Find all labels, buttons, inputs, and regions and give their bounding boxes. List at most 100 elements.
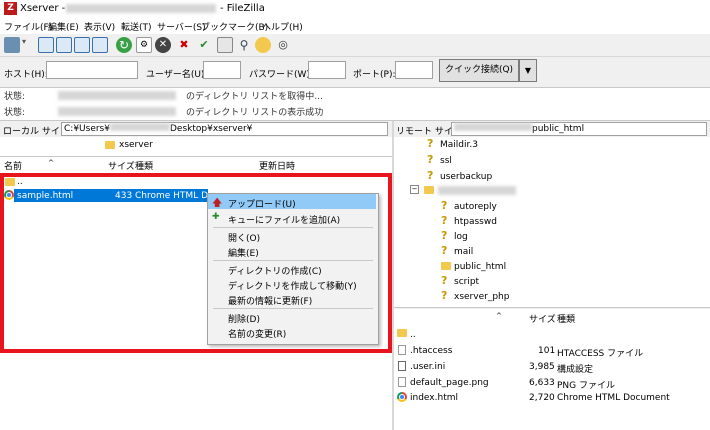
log-message: のディレクトリ リストを取得中...	[186, 92, 323, 102]
unknown-folder-icon: ?	[427, 153, 434, 166]
unknown-folder-icon: ?	[441, 229, 448, 242]
toggle-local-tree-icon[interactable]	[56, 37, 72, 53]
file-size: 2,720	[529, 393, 555, 403]
remote-path-input[interactable]: public_html	[451, 122, 707, 136]
redacted-path	[58, 107, 176, 116]
username-input[interactable]	[203, 61, 241, 79]
file-type: PNG ファイル	[557, 381, 615, 391]
chrome-icon	[397, 392, 407, 402]
host-label: ホスト(H):	[4, 70, 48, 80]
file-name[interactable]: index.html	[410, 393, 458, 403]
column-size[interactable]: サイズ	[108, 159, 135, 172]
redacted-username	[109, 123, 170, 131]
local-path-start: C:¥Users¥	[64, 124, 110, 134]
remote-tree-item[interactable]: log	[454, 232, 468, 242]
menu-view[interactable]: 表示(V)	[84, 20, 115, 33]
file-name[interactable]: default_page.png	[410, 378, 489, 388]
toggle-remote-tree-icon[interactable]	[74, 37, 90, 53]
remote-tree-item[interactable]: xserver_php	[454, 292, 509, 302]
remote-tree-item[interactable]: userbackup	[440, 172, 492, 182]
local-path-input[interactable]: C:¥Users¥ Desktop¥xserver¥	[61, 122, 388, 136]
toggle-queue-icon[interactable]	[92, 37, 108, 53]
folder-icon	[441, 262, 451, 270]
parent-directory[interactable]: ..	[410, 330, 416, 340]
redacted-path	[58, 91, 176, 100]
port-label: ポート(P):	[353, 70, 396, 80]
port-input[interactable]	[395, 61, 433, 79]
menu-transfer[interactable]: 転送(T)	[121, 20, 152, 33]
sort-up-icon: ^	[48, 159, 54, 167]
file-name[interactable]: .user.ini	[410, 362, 445, 372]
file-icon	[398, 345, 406, 355]
directory-listing-filter-icon[interactable]	[217, 37, 233, 53]
menu-help[interactable]: ヘルプ(H)	[262, 20, 303, 33]
local-path-end: Desktop¥xserver¥	[169, 124, 253, 134]
remote-tree-item[interactable]: autoreply	[454, 202, 497, 212]
password-label: パスワード(W):	[249, 70, 313, 80]
file-size: 3,985	[529, 362, 555, 372]
unknown-folder-icon: ?	[427, 137, 434, 150]
redacted-path	[454, 123, 532, 131]
file-type: Chrome HTML Document	[557, 393, 670, 403]
log-label: 状態:	[4, 92, 26, 102]
window-title-suffix: - FileZilla	[220, 3, 265, 14]
site-manager-icon[interactable]	[4, 37, 20, 53]
file-type: 構成設定	[557, 365, 594, 375]
search-icon[interactable]: ⚲	[236, 37, 252, 53]
menu-bookmarks[interactable]: ブックマーク(B)	[201, 20, 268, 33]
column-type[interactable]: 種類	[135, 159, 153, 172]
column-type[interactable]: 種類	[557, 312, 575, 325]
quickconnect-button[interactable]: クイック接続(Q)	[439, 59, 519, 82]
dropdown-icon[interactable]: ▾	[22, 37, 30, 53]
host-input[interactable]	[46, 61, 138, 79]
unknown-folder-icon: ?	[441, 244, 448, 257]
column-size[interactable]: サイズ	[529, 312, 556, 325]
synchronized-browsing-icon[interactable]	[255, 37, 271, 53]
file-name[interactable]: .htaccess	[410, 346, 452, 356]
process-queue-icon[interactable]: ⚙	[136, 37, 152, 53]
sort-up-icon: ^	[496, 312, 502, 320]
binoculars-icon[interactable]: ◎	[275, 37, 291, 53]
folder-icon	[105, 141, 115, 149]
unknown-folder-icon: ?	[441, 199, 448, 212]
file-type: HTACCESS ファイル	[557, 349, 644, 359]
collapse-icon[interactable]: −	[410, 185, 419, 194]
redacted-folder	[438, 186, 516, 195]
remote-tree-item[interactable]: htpasswd	[454, 217, 497, 227]
cancel-icon[interactable]: ✕	[155, 37, 171, 53]
menu-server[interactable]: サーバー(S)	[157, 20, 206, 33]
unknown-folder-icon: ?	[441, 274, 448, 287]
column-name[interactable]: 名前	[4, 159, 22, 172]
file-size: 101	[538, 346, 556, 356]
image-file-icon	[398, 377, 406, 387]
file-size: 6,633	[529, 378, 555, 388]
column-modified[interactable]: 更新日時	[259, 159, 295, 172]
menu-file[interactable]: ファイル(F)	[4, 20, 52, 33]
filezilla-icon: Z	[4, 2, 17, 15]
local-directory-tree	[0, 137, 392, 157]
local-tree-item[interactable]: xserver	[119, 140, 153, 150]
redacted-site-name	[66, 4, 216, 13]
disconnect-icon[interactable]: ✖	[176, 37, 192, 53]
password-input[interactable]	[308, 61, 346, 79]
unknown-folder-icon: ?	[441, 214, 448, 227]
reconnect-icon[interactable]: ✔	[196, 37, 212, 53]
quickconnect-dropdown[interactable]: ▼	[519, 59, 537, 82]
toggle-log-icon[interactable]	[38, 37, 54, 53]
menu-edit[interactable]: 編集(E)	[48, 20, 79, 33]
highlight-frame	[0, 173, 392, 353]
log-message: のディレクトリ リストの表示成功	[186, 108, 324, 118]
remote-tree-item[interactable]: mail	[454, 247, 473, 257]
folder-icon	[424, 186, 434, 194]
remote-tree-item[interactable]: ssl	[440, 156, 452, 166]
local-file-header	[0, 157, 392, 173]
folder-icon	[397, 329, 407, 337]
remote-tree-item[interactable]: Maildir.3	[440, 140, 478, 150]
username-label: ユーザー名(U):	[146, 70, 208, 80]
remote-tree-item-current[interactable]: public_html	[454, 262, 506, 272]
refresh-icon[interactable]: ↻	[116, 37, 132, 53]
remote-tree-item[interactable]: script	[454, 277, 479, 287]
unknown-folder-icon: ?	[427, 169, 434, 182]
settings-file-icon	[398, 361, 406, 371]
remote-path-end: public_html	[532, 124, 585, 134]
